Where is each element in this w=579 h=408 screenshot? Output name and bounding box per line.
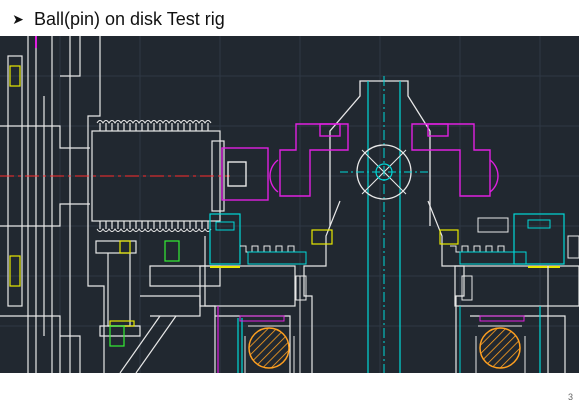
left-magenta-housing — [221, 147, 269, 201]
arrowhead-bullet-icon: ➤ — [12, 10, 24, 27]
page-number: 3 — [567, 392, 573, 402]
slide-title-text: Ball(pin) on disk Test rig — [34, 8, 225, 29]
cad-drawing — [0, 36, 579, 373]
left-hatched-ball — [244, 325, 295, 373]
left-green-parts — [109, 240, 180, 347]
right-hatched-ball — [475, 325, 526, 373]
slide-title: ➤ Ball(pin) on disk Test rig — [10, 7, 225, 31]
cad-drawing-svg — [0, 36, 579, 373]
central-spindle — [303, 76, 465, 373]
